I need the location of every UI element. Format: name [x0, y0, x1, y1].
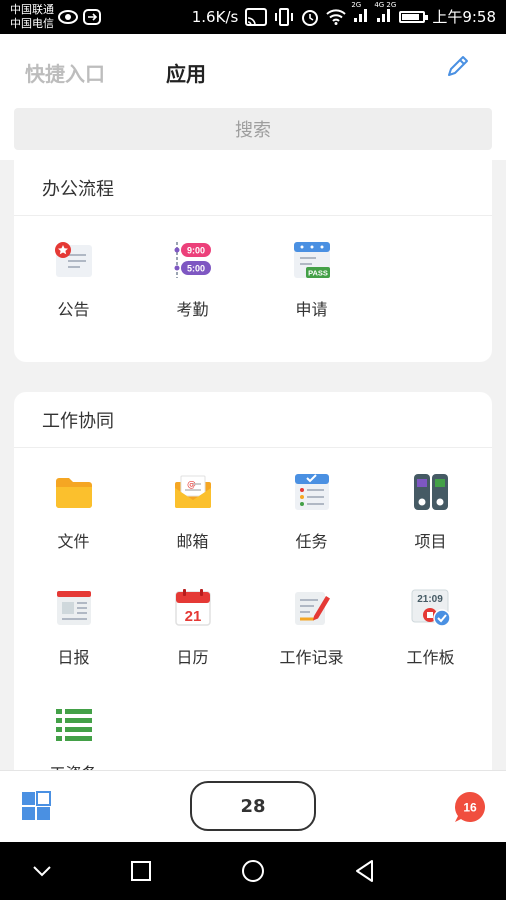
page-number-button[interactable]: 28 — [190, 781, 316, 831]
app-work-board[interactable]: 21:09 工作板 — [371, 576, 490, 692]
status-icons-left — [58, 9, 101, 25]
project-icon — [409, 470, 453, 514]
app-calendar[interactable]: 21 日历 — [133, 576, 252, 692]
network-type-1: 2G — [351, 0, 362, 9]
search-area: 搜索 — [0, 106, 506, 160]
alarm-icon — [302, 9, 319, 26]
app-attendance[interactable]: 9:00 5:00 考勤 — [133, 228, 252, 344]
cast-icon — [245, 7, 268, 26]
vibrate-icon — [275, 7, 294, 26]
clock: 上午9:58 — [432, 8, 496, 26]
attendance-icon: 9:00 5:00 — [171, 238, 215, 282]
app-label: 文件 — [57, 532, 90, 551]
app-announcement[interactable]: 公告 — [14, 228, 133, 344]
app-label: 考勤 — [176, 300, 209, 319]
message-badge-icon[interactable]: 16 — [454, 791, 486, 823]
app-projects[interactable]: 项目 — [371, 460, 490, 576]
attendance-time-top: 9:00 — [186, 246, 204, 256]
app-label: 工作板 — [406, 648, 455, 667]
eye-icon — [58, 10, 78, 24]
daily-report-icon — [52, 586, 96, 630]
app-label: 任务 — [295, 532, 328, 551]
pencil-icon[interactable] — [444, 52, 472, 80]
bottom-bar: 28 16 — [0, 770, 506, 842]
app-label: 日历 — [176, 648, 209, 667]
calendar-icon: 21 — [171, 586, 215, 630]
work-record-icon — [290, 586, 334, 630]
application-icon: PASS — [290, 238, 334, 282]
app-label: 邮箱 — [176, 532, 209, 551]
network-speed: 1.6K/s — [191, 7, 239, 26]
search-input[interactable]: 搜索 — [14, 108, 492, 150]
app-label: 申请 — [295, 300, 328, 319]
app-label: 日报 — [57, 648, 90, 667]
signal-icon-2: 4G 2G — [374, 1, 396, 27]
app-application[interactable]: PASS 申请 — [252, 228, 371, 344]
svg-text:@: @ — [187, 480, 196, 490]
carrier-2: 中国电信 — [10, 17, 54, 30]
app-mailbox[interactable]: @ 邮箱 — [133, 460, 252, 576]
signal-icon-1: 2G — [351, 1, 369, 27]
payslip-icon — [52, 702, 96, 746]
app-label: 项目 — [414, 532, 447, 551]
app-grid-icon[interactable] — [21, 791, 51, 821]
recent-apps-icon[interactable] — [126, 856, 156, 886]
app-label: 工作记录 — [279, 648, 344, 667]
mailbox-icon: @ — [171, 470, 215, 514]
message-count: 16 — [463, 801, 477, 815]
folder-icon — [52, 470, 96, 514]
office-workflow-card: 办公流程 公告 9:00 5:00 考勤 PASS 申请 — [14, 160, 492, 362]
system-nav-bar — [0, 842, 506, 900]
status-bar: 中国联通 中国电信 1.6K/s 2G 4G 2G 上午9:58 — [0, 0, 506, 34]
battery-level — [402, 13, 420, 20]
app-label: 公告 — [57, 300, 90, 319]
task-icon — [290, 470, 334, 514]
calendar-day: 21 — [184, 608, 201, 625]
carrier-labels: 中国联通 中国电信 — [10, 3, 54, 31]
section-title-office: 办公流程 — [14, 160, 492, 216]
sync-icon — [83, 9, 101, 25]
announcement-icon — [52, 238, 96, 282]
wifi-icon — [326, 8, 347, 25]
tab-quick-entry[interactable]: 快捷入口 — [25, 58, 105, 87]
work-board-clock: 21:09 — [417, 594, 443, 605]
section-title-collab: 工作协同 — [14, 392, 492, 448]
collaboration-card: 工作协同 文件 @ 邮箱 任务 项目 日报 21 日历 工作记录 21:09 工… — [14, 392, 492, 792]
battery-icon — [399, 10, 429, 23]
app-files[interactable]: 文件 — [14, 460, 133, 576]
home-icon[interactable] — [238, 856, 268, 886]
app-tasks[interactable]: 任务 — [252, 460, 371, 576]
tab-apps[interactable]: 应用 — [166, 58, 206, 87]
app-daily-report[interactable]: 日报 — [14, 576, 133, 692]
pass-stamp: PASS — [308, 269, 328, 278]
carrier-1: 中国联通 — [10, 3, 54, 16]
network-type-2: 4G 2G — [374, 0, 397, 9]
app-header: 快捷入口 应用 — [0, 34, 506, 106]
work-board-icon: 21:09 — [409, 586, 453, 630]
chevron-down-icon[interactable] — [27, 856, 57, 886]
app-work-record[interactable]: 工作记录 — [252, 576, 371, 692]
search-placeholder: 搜索 — [235, 120, 271, 141]
status-icons-right: 1.6K/s 2G 4G 2G 上午9:58 — [191, 1, 496, 27]
attendance-time-bottom: 5:00 — [186, 264, 204, 274]
back-icon[interactable] — [350, 856, 380, 886]
